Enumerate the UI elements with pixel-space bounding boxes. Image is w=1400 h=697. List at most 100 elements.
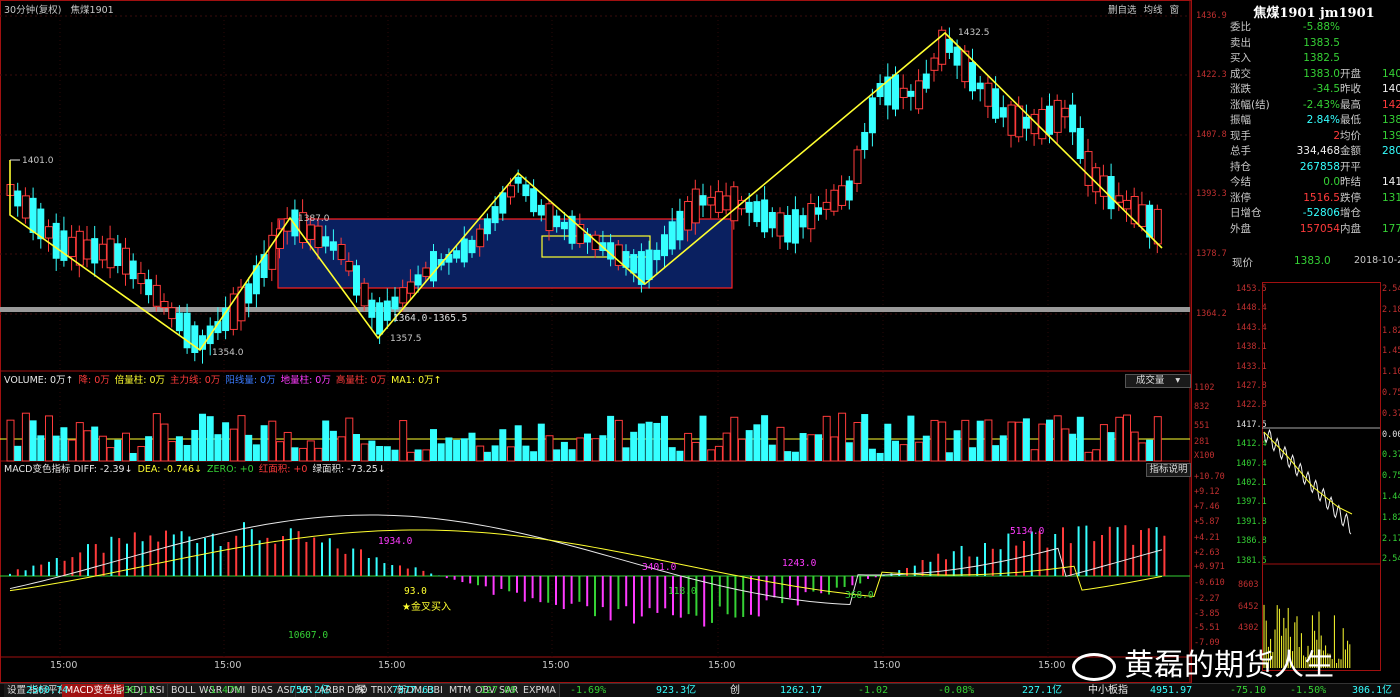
candle-body	[460, 238, 468, 263]
quote-value: 131	[1382, 191, 1400, 204]
volume-bar	[191, 429, 199, 461]
macd-area-label: 1243.0	[782, 558, 817, 569]
chart-canvas[interactable]	[0, 0, 1192, 683]
quote-label: 昨收	[1340, 83, 1361, 95]
volume-bar	[468, 432, 476, 461]
candle-body	[1069, 104, 1077, 133]
ma-button[interactable]: 均线	[1144, 5, 1163, 16]
time-label: 15:00	[542, 660, 570, 671]
time-label: 15:00	[50, 660, 78, 671]
macd-header-item: 绿面积: -73.25↓	[312, 464, 386, 475]
volume-bar	[306, 440, 315, 462]
quote-label: 卖出	[1230, 36, 1251, 49]
volume-bar	[961, 419, 970, 462]
volume-bar	[168, 441, 177, 462]
volume-bar	[661, 415, 668, 461]
volume-bar	[553, 449, 561, 461]
quote-value: -5.88%	[1302, 21, 1340, 33]
volume-header-item: 高量柱: 0万	[335, 375, 387, 386]
indicator-tab[interactable]: EXPMA	[520, 684, 560, 697]
quote-label: 涨跌	[1230, 83, 1251, 95]
volume-bar	[98, 435, 107, 462]
volume-bar	[938, 421, 947, 462]
macd-header-item: MACD变色指标 DIFF: -2.39↓	[4, 464, 133, 475]
quote-value: 157054	[1299, 222, 1340, 235]
volume-bar	[268, 420, 277, 462]
volume-bar	[861, 414, 869, 461]
macd-header-item: 红面积: +0	[258, 464, 308, 475]
volume-bar	[945, 452, 953, 461]
volume-bar	[822, 415, 831, 462]
volume-bar	[568, 449, 576, 461]
volume-bar	[807, 434, 816, 462]
price-tick: 1378.7	[1196, 249, 1227, 259]
macd-tick: +4.21	[1194, 533, 1220, 543]
volume-bar	[799, 433, 807, 461]
candle-body	[399, 287, 408, 304]
ticker-value: 1262.17	[780, 685, 823, 696]
candle-body	[75, 230, 84, 266]
quote-value: 1383.0	[1303, 67, 1340, 80]
candle-body	[1115, 195, 1124, 203]
quote-label: 增仓	[1340, 207, 1361, 219]
delete-watchlist-button[interactable]: 删自选	[1108, 5, 1137, 16]
candle-body	[645, 249, 653, 281]
candle-body	[945, 38, 953, 53]
chart-area[interactable]: 30分钟(复权) 焦煤1901 删自选 均线 窗 1436.9 1422.3 1…	[0, 0, 1227, 697]
volume-tick: 832	[1194, 402, 1210, 412]
volume-bar	[876, 452, 884, 461]
candle-body	[784, 214, 792, 243]
weibo-icon	[1072, 652, 1116, 681]
indicator-tab[interactable]: BOLL	[168, 684, 200, 697]
macd-tick: -5.51	[1194, 623, 1220, 633]
indicator-tab[interactable]: MTM	[446, 684, 476, 697]
candle-body	[892, 74, 899, 110]
candle-body	[52, 222, 60, 259]
quote-label: 涨停	[1230, 191, 1251, 204]
candle-body	[1107, 176, 1115, 210]
indicator-help-button[interactable]: 指标说明	[1146, 463, 1191, 477]
volume-bar	[637, 423, 645, 461]
volume-bar	[522, 445, 530, 461]
period-label: 30分钟(复权)	[4, 5, 62, 16]
volume-bar	[969, 447, 976, 461]
quote-label: 委比	[1230, 21, 1251, 33]
volume-bar	[445, 437, 453, 461]
indicator-tab[interactable]: BIAS	[248, 684, 277, 697]
volume-bar	[599, 435, 607, 461]
candle-body	[468, 239, 476, 254]
volume-selector-button[interactable]: 成交量 ▾	[1125, 374, 1191, 388]
volume-header-item: MA1: 0万↑	[391, 375, 442, 386]
candle-body	[707, 196, 716, 206]
volume-bar	[745, 430, 753, 461]
quote-label: 均价	[1340, 129, 1361, 142]
volume-bar	[1099, 424, 1108, 462]
volume-bar	[483, 451, 491, 461]
candle-body	[1007, 104, 1016, 136]
candle-body	[60, 230, 68, 261]
candle-body	[1015, 105, 1024, 138]
volume-tick: 1102	[1194, 383, 1215, 393]
price-tick: 1407.8	[1196, 130, 1227, 140]
quote-row: 持仓 267858 开平	[1230, 160, 1400, 175]
volume-bar	[607, 415, 615, 461]
low-label-1357: 1357.5	[390, 334, 422, 344]
ticker-value: -127.09	[474, 685, 517, 696]
window-button[interactable]: 窗	[1170, 5, 1180, 16]
candle-body	[260, 254, 268, 278]
volume-bar	[560, 441, 568, 461]
time-label: 15:00	[214, 660, 242, 671]
volume-bar	[707, 449, 716, 462]
candle-body	[306, 224, 315, 240]
quote-value: 334,468	[1296, 145, 1340, 157]
ticker-value: 306.1亿	[1352, 685, 1393, 696]
volume-bar	[114, 439, 122, 461]
macd-diff-line	[9, 514, 1163, 606]
volume-bar	[83, 430, 92, 462]
candle-body	[676, 210, 684, 241]
quote-row: 买入 1382.5	[1230, 51, 1400, 66]
volume-bar	[922, 435, 930, 461]
candle-body	[406, 281, 415, 294]
candle-body	[845, 180, 853, 201]
volume-bar	[353, 434, 360, 461]
